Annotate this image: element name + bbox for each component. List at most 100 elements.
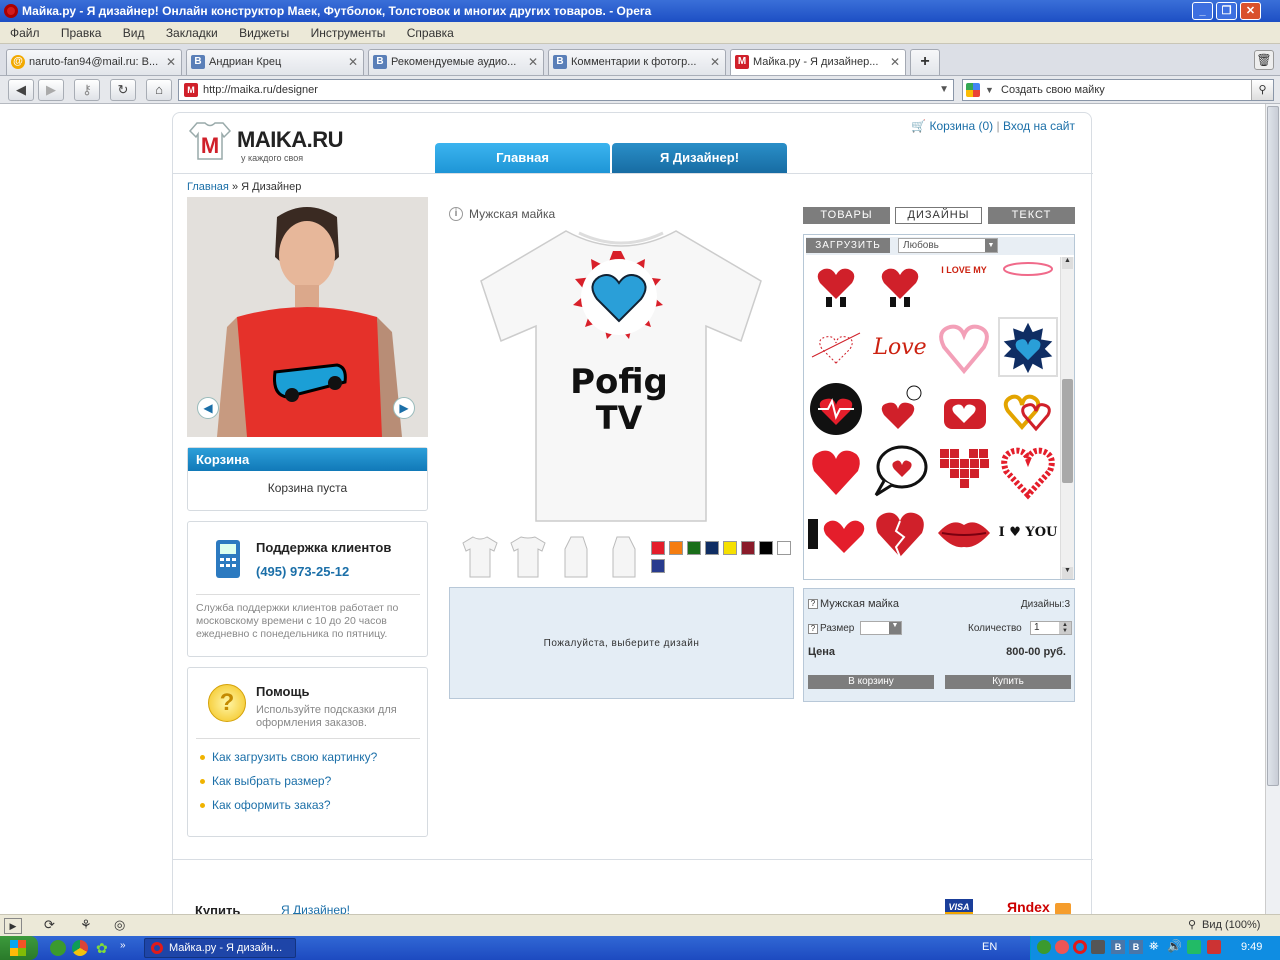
menu-widgets[interactable]: Виджеты: [229, 22, 297, 44]
cart-icon[interactable]: 🛒: [911, 119, 926, 133]
menu-tools[interactable]: Инструменты: [301, 22, 394, 44]
tab-designs[interactable]: ДИЗАЙНЫ: [895, 207, 982, 224]
design-heart-car[interactable]: [934, 379, 994, 439]
cart-link[interactable]: Корзина (0): [929, 119, 993, 133]
menu-bookmarks[interactable]: Закладки: [156, 22, 226, 44]
design-pink-heart[interactable]: [934, 317, 994, 377]
address-dropdown-icon[interactable]: ▼: [939, 80, 949, 100]
zoom-level[interactable]: Вид (100%): [1202, 919, 1260, 931]
color-swatch-white[interactable]: [777, 541, 791, 555]
tab-vk-2[interactable]: В Рекомендуемые аудио... ✕: [368, 49, 544, 75]
design-enjoy-love[interactable]: Love: [870, 317, 930, 377]
color-swatch-black[interactable]: [759, 541, 773, 555]
tray-flash-icon[interactable]: [1055, 940, 1069, 954]
design-dotted-heart[interactable]: [998, 441, 1058, 501]
menu-help[interactable]: Справка: [397, 22, 462, 44]
tray-antivirus-icon[interactable]: [1207, 940, 1221, 954]
info-icon[interactable]: i: [449, 207, 463, 221]
quicklaunch-more-icon[interactable]: »: [120, 940, 126, 951]
search-field[interactable]: ▼ Создать свою майку ⚲: [962, 79, 1274, 101]
forward-button[interactable]: ▶: [38, 79, 64, 101]
stepper-arrows-icon[interactable]: ▲ ▼: [1059, 622, 1071, 634]
minimize-button[interactable]: _: [1192, 2, 1213, 20]
nav-tab-home[interactable]: Главная: [435, 143, 610, 173]
tab-close-icon[interactable]: ✕: [528, 50, 538, 74]
maximize-button[interactable]: ❐: [1216, 2, 1237, 20]
trash-icon[interactable]: 🗑: [1254, 50, 1274, 70]
panel-toggle-icon[interactable]: ▶: [4, 918, 22, 934]
buy-button[interactable]: Купить: [945, 675, 1071, 689]
close-button[interactable]: ✕: [1240, 2, 1261, 20]
design-heartbeat-circle[interactable]: [806, 379, 866, 439]
utorrent-icon[interactable]: [50, 940, 66, 956]
design-i-love-my[interactable]: I LOVE MY: [934, 255, 994, 315]
turbo-icon[interactable]: ◎: [114, 917, 125, 933]
design-pixel-heart[interactable]: [934, 441, 994, 501]
color-swatch-green[interactable]: [687, 541, 701, 555]
tab-close-icon[interactable]: ✕: [710, 50, 720, 74]
upload-button[interactable]: ЗАГРУЗИТЬ: [806, 238, 890, 253]
design-gold-hearts[interactable]: [998, 379, 1058, 439]
photo-next-button[interactable]: ▶: [393, 397, 415, 419]
tab-vk-3[interactable]: В Комментарии к фотогр... ✕: [548, 49, 726, 75]
login-link[interactable]: Вход на сайт: [1003, 119, 1075, 133]
view-left-thumb[interactable]: [557, 535, 595, 579]
design-heart-man-1[interactable]: [806, 255, 866, 315]
new-tab-button[interactable]: +: [910, 49, 940, 75]
design-red-heart[interactable]: [806, 441, 866, 501]
view-back-thumb[interactable]: [509, 535, 547, 579]
language-indicator[interactable]: EN: [982, 941, 997, 953]
color-swatch-orange[interactable]: [669, 541, 683, 555]
home-button[interactable]: ⌂: [146, 79, 172, 101]
tray-vk2-icon[interactable]: B: [1129, 940, 1143, 954]
help-link-size[interactable]: Как выбрать размер?: [188, 774, 428, 788]
tray-volume-icon[interactable]: 🔊: [1167, 939, 1182, 953]
tab-close-icon[interactable]: ✕: [890, 50, 900, 74]
tab-close-icon[interactable]: ✕: [348, 50, 358, 74]
design-heart-man-2[interactable]: [870, 255, 930, 315]
reload-button[interactable]: ↻: [110, 79, 136, 101]
footer-buy[interactable]: Купить: [195, 903, 240, 914]
icq-icon[interactable]: ✿: [96, 940, 112, 956]
help-small-icon[interactable]: ?: [808, 599, 818, 609]
photo-prev-button[interactable]: ◀: [197, 397, 219, 419]
menu-view[interactable]: Вид: [113, 22, 153, 44]
google-icon[interactable]: [966, 83, 980, 97]
site-logo[interactable]: M MAIKA.RU у каждого своя: [189, 121, 349, 171]
key-icon[interactable]: ⚷: [74, 79, 100, 101]
design-i-love-you[interactable]: I ♥ YOU: [998, 503, 1058, 563]
color-swatch-yellow[interactable]: [723, 541, 737, 555]
menu-file[interactable]: Файл: [0, 22, 48, 44]
chrome-icon[interactable]: [72, 940, 88, 956]
help-link-order[interactable]: Как оформить заказ?: [188, 798, 428, 812]
tray-opera-icon[interactable]: [1073, 940, 1087, 954]
gallery-scroll-thumb[interactable]: [1062, 379, 1073, 483]
view-front-thumb[interactable]: [461, 535, 499, 579]
tab-text[interactable]: ТЕКСТ: [988, 207, 1075, 224]
unite-icon[interactable]: ⚘: [80, 917, 92, 933]
tray-network-icon[interactable]: ⛯: [1149, 939, 1159, 954]
add-to-cart-button[interactable]: В корзину: [808, 675, 934, 689]
tray-vk-icon[interactable]: B: [1111, 940, 1125, 954]
design-speech-heart[interactable]: [870, 441, 930, 501]
design-heart-star-selected[interactable]: [998, 317, 1058, 377]
back-button[interactable]: ◀: [8, 79, 34, 101]
help-link-upload[interactable]: Как загрузить свою картинку?: [188, 750, 428, 764]
search-icon[interactable]: ⚲: [1251, 80, 1273, 100]
tab-maika[interactable]: M Майка.ру - Я дизайнер... ✕: [730, 49, 906, 75]
color-swatch-navy[interactable]: [705, 541, 719, 555]
design-rings-text[interactable]: [998, 255, 1058, 315]
tab-close-icon[interactable]: ✕: [166, 50, 176, 74]
color-swatch-red[interactable]: [651, 541, 665, 555]
breadcrumb-home[interactable]: Главная: [187, 181, 229, 193]
footer-designer-link[interactable]: Я Дизайнер!: [281, 903, 350, 914]
tray-monitor-icon[interactable]: [1187, 940, 1201, 954]
tray-app-icon[interactable]: [1091, 940, 1105, 954]
scroll-up-icon[interactable]: ▲: [1062, 257, 1073, 269]
tray-utorrent-icon[interactable]: [1037, 940, 1051, 954]
design-heart-hand[interactable]: [870, 379, 930, 439]
tab-vk-1[interactable]: В Андриан Крец ✕: [186, 49, 364, 75]
view-right-thumb[interactable]: [605, 535, 643, 579]
address-bar[interactable]: M http://maika.ru/designer ▼: [178, 79, 954, 101]
page-scroll-thumb[interactable]: [1267, 106, 1279, 786]
